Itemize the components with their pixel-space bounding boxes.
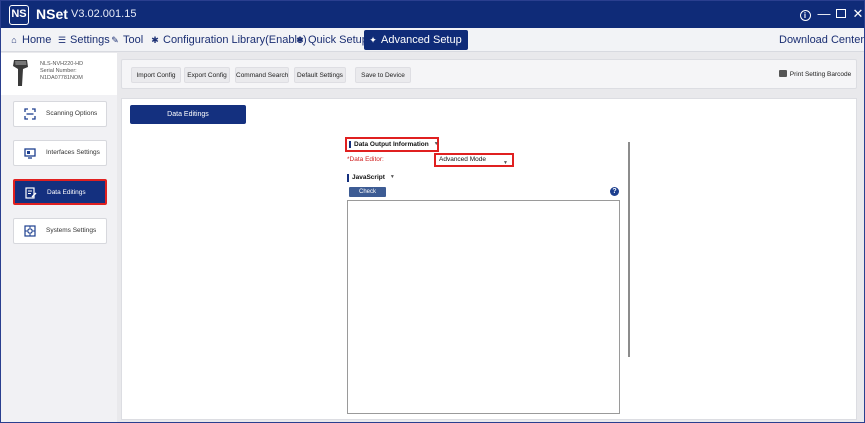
sidebar-item-systems-settings[interactable]: Systems Settings — [13, 218, 107, 244]
menu-advanced-setup[interactable]: ✦ Advanced Setup — [364, 30, 468, 50]
maximize-icon — [836, 9, 846, 18]
data-editor-label: *Data Editor: — [347, 156, 384, 163]
gear-icon: ✱ — [296, 35, 304, 45]
device-model: NLS-NVH220-HD — [40, 61, 84, 67]
data-output-form: Data Output Information ▼ *Data Editor: A… — [345, 137, 630, 419]
default-settings-button[interactable]: Default Settings — [294, 67, 346, 83]
chevron-down-icon: ▼ — [389, 174, 395, 180]
system-icon — [24, 225, 36, 237]
nset-window: NS NSet V3.02.001.15 i — ✕ ⌂ Home ☰ Settin… — [0, 0, 865, 423]
javascript-section-header[interactable]: JavaScript ▼ — [347, 174, 395, 182]
title-bar: NS NSet V3.02.001.15 i — ✕ — [1, 1, 864, 28]
data-editor-select[interactable]: Advanced Mode ▼ — [434, 153, 514, 167]
advanced-icon: ✦ — [369, 35, 377, 45]
settings-icon: ☰ — [57, 35, 67, 45]
sidebar-item-label: Systems Settings — [46, 227, 97, 234]
print-setting-barcode-button[interactable]: Print Setting Barcode — [776, 67, 854, 83]
app-version: V3.02.001.15 — [71, 8, 137, 20]
vertical-scrollbar[interactable] — [628, 142, 630, 357]
home-icon: ⌂ — [11, 35, 17, 45]
minimize-button[interactable]: — — [816, 5, 832, 23]
menu-home[interactable]: ⌂ Home — [5, 31, 55, 49]
save-to-device-button[interactable]: Save to Device — [355, 67, 411, 83]
toolbar: Import Config Export Config Command Sear… — [121, 59, 857, 89]
device-serial-number: N1DA07781NOM — [40, 75, 83, 81]
sidebar-item-scanning-options[interactable]: Scanning Options — [13, 101, 107, 127]
sidebar-item-data-editings[interactable]: Data Editings — [13, 179, 107, 205]
sidebar: Scanning Options Interfaces Settings Dat… — [1, 95, 117, 422]
info-icon: i — [799, 10, 811, 21]
command-search-button[interactable]: Command Search — [235, 67, 289, 83]
printer-icon — [778, 70, 787, 77]
import-config-button[interactable]: Import Config — [131, 67, 181, 83]
info-button[interactable]: i — [797, 5, 813, 23]
data-output-information-header[interactable]: Data Output Information ▼ — [345, 137, 439, 152]
gear-icon: ✱ — [151, 35, 159, 45]
menu-settings[interactable]: ☰ Settings — [53, 31, 114, 49]
export-config-button[interactable]: Export Config — [184, 67, 230, 83]
scanner-device-icon — [13, 60, 28, 86]
nset-logo: NS — [9, 5, 29, 25]
tab-data-editings[interactable]: Data Editings — [130, 105, 246, 124]
device-info: NLS-NVH220-HD Serial Number: N1DA07781NO… — [1, 53, 117, 95]
menu-tool[interactable]: ✎ Tool — [106, 31, 147, 49]
close-button[interactable]: ✕ — [850, 5, 864, 23]
tool-icon: ✎ — [111, 35, 119, 45]
scan-icon — [24, 108, 36, 120]
chevron-down-icon: ▼ — [503, 160, 508, 166]
menu-bar: ⌂ Home ☰ Settings ✎ Tool ✱ Configuration Lib… — [1, 28, 864, 52]
edit-icon — [25, 187, 37, 199]
main-content: Data Editings Data Output Information ▼ *… — [121, 98, 857, 420]
chevron-down-icon: ▼ — [433, 141, 439, 147]
help-icon[interactable]: ? — [610, 187, 619, 196]
sidebar-item-label: Data Editings — [47, 189, 86, 196]
device-serial-label: Serial Number: — [40, 68, 77, 74]
check-button[interactable]: Check — [349, 187, 386, 197]
maximize-button[interactable] — [833, 5, 849, 23]
menu-configuration-library[interactable]: ✱ Configuration Library(Enable) — [146, 31, 311, 49]
menu-download-center[interactable]: Download Center — [775, 31, 864, 49]
app-name: NSet — [36, 6, 68, 22]
interface-icon — [24, 148, 36, 159]
sidebar-item-interfaces-settings[interactable]: Interfaces Settings — [13, 140, 107, 166]
sidebar-item-label: Interfaces Settings — [46, 149, 100, 156]
javascript-editor[interactable] — [347, 200, 620, 414]
menu-quick-setup[interactable]: ✱ Quick Setup — [291, 31, 372, 49]
sidebar-item-label: Scanning Options — [46, 110, 98, 117]
